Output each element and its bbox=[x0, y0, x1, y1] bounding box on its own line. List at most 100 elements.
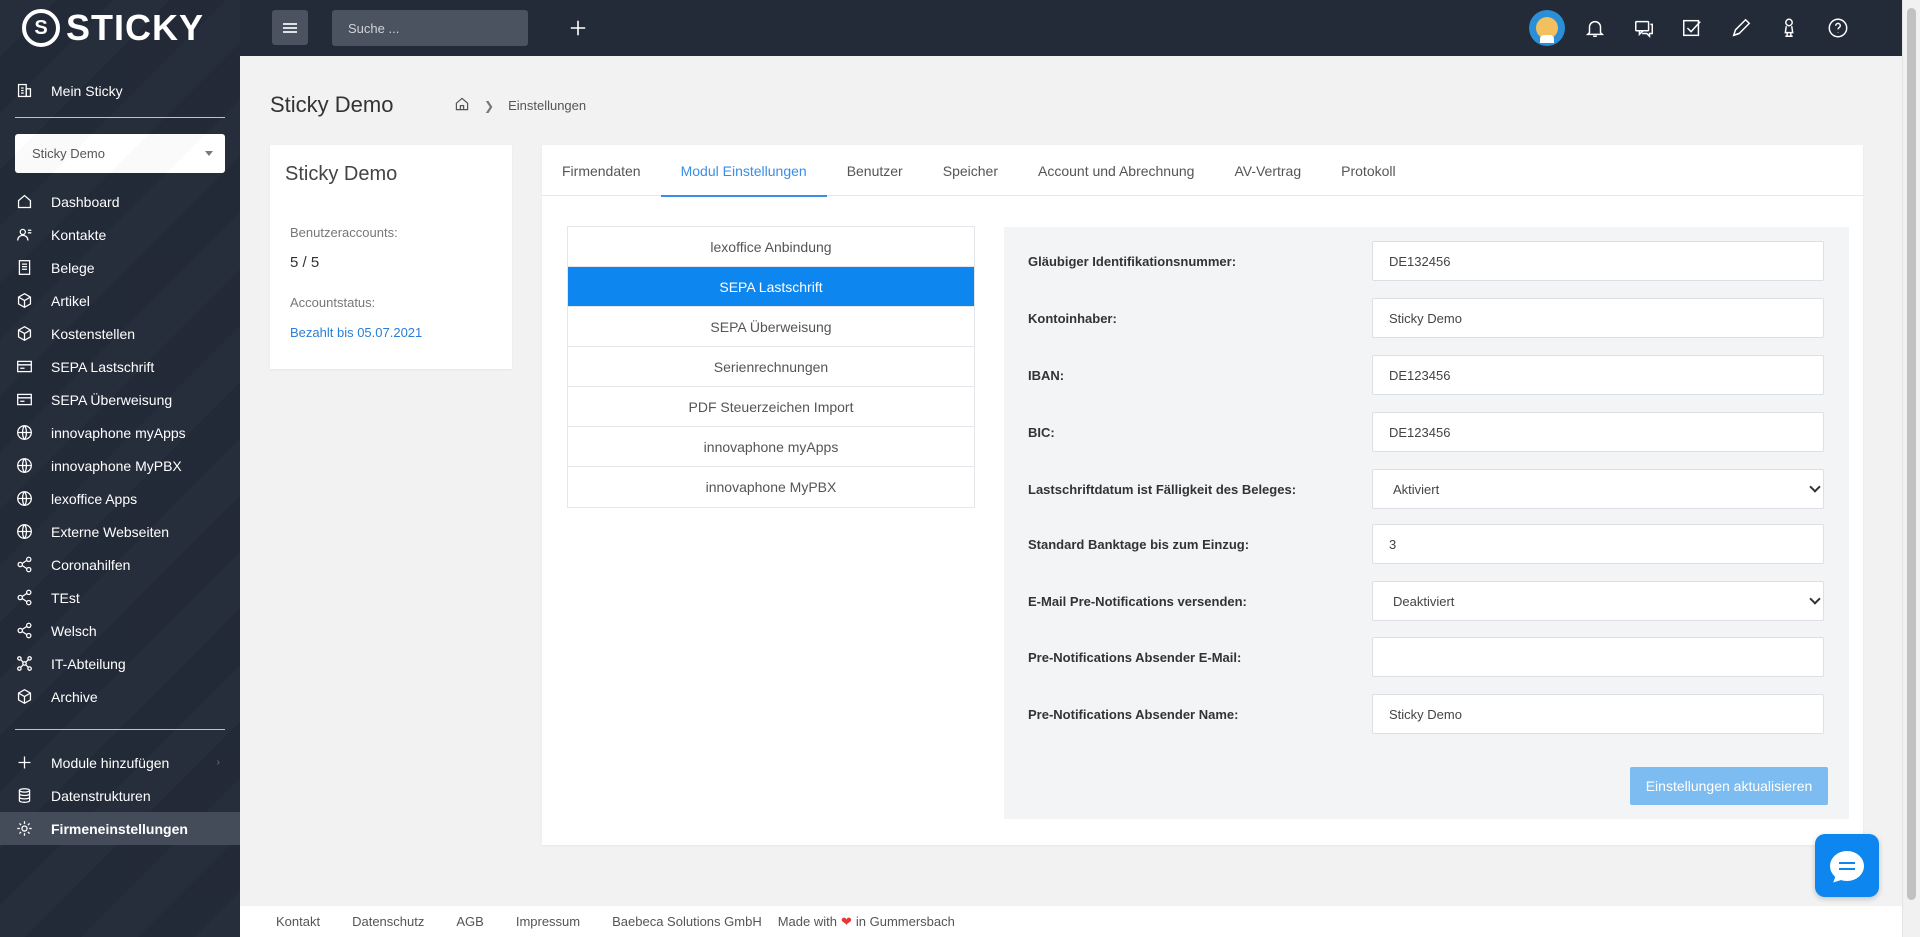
sidebar-item-label: Datenstrukturen bbox=[51, 787, 151, 804]
messages-button[interactable] bbox=[1620, 0, 1669, 56]
sidebar-item-label: lexoffice Apps bbox=[51, 490, 138, 507]
sidebar-item-innovaphone-myapps[interactable]: innovaphone myApps bbox=[0, 416, 240, 449]
globe-icon bbox=[15, 457, 33, 475]
sidebar-item-coronahilfen[interactable]: Coronahilfen bbox=[0, 548, 240, 581]
plus-icon bbox=[570, 20, 586, 36]
breadcrumb-current: Einstellungen bbox=[508, 98, 587, 113]
tab-modul-einstellungen[interactable]: Modul Einstellungen bbox=[660, 145, 827, 197]
sidebar-item-datenstrukturen[interactable]: Datenstrukturen bbox=[0, 779, 240, 812]
module-item-sepa-lastschrift[interactable]: SEPA Lastschrift bbox=[568, 267, 974, 307]
account-holder-input[interactable] bbox=[1372, 298, 1824, 338]
sidebar-item-label: Belege bbox=[51, 259, 95, 276]
module-item-innovaphone-mypbx[interactable]: innovaphone MyPBX bbox=[568, 467, 974, 507]
tab-speicher[interactable]: Speicher bbox=[923, 145, 1018, 196]
sidebar-item-archive[interactable]: Archive bbox=[0, 680, 240, 713]
bic-input[interactable] bbox=[1372, 412, 1824, 452]
sidebar-item-mein-sticky[interactable]: Mein Sticky bbox=[0, 74, 240, 107]
sidebar-item-kontakte[interactable]: Kontakte bbox=[0, 218, 240, 251]
accounts-label: Benutzeraccounts: bbox=[290, 225, 398, 240]
sidebar-item-sepa-lastschrift[interactable]: SEPA Lastschrift bbox=[0, 350, 240, 383]
account-holder-label: Kontoinhaber: bbox=[1028, 310, 1117, 326]
help-button[interactable] bbox=[1814, 0, 1863, 56]
module-item-innovaphone-myapps[interactable]: innovaphone myApps bbox=[568, 427, 974, 467]
menu-toggle-button[interactable] bbox=[272, 10, 308, 45]
user-avatar-button[interactable] bbox=[1523, 0, 1572, 56]
due-date-select[interactable]: Aktiviert bbox=[1372, 469, 1824, 509]
form-row: Pre-Notifications Absender E-Mail: bbox=[1028, 637, 1825, 677]
tasks-button[interactable] bbox=[1668, 0, 1717, 56]
creditor-id-input[interactable] bbox=[1372, 241, 1824, 281]
footer-link-company[interactable]: Baebeca Solutions GmbH bbox=[612, 914, 762, 929]
sender-name-label: Pre-Notifications Absender Name: bbox=[1028, 706, 1239, 722]
box-icon bbox=[15, 688, 33, 706]
sidebar-item-kostenstellen[interactable]: Kostenstellen bbox=[0, 317, 240, 350]
sidebar-item-label: Module hinzufügen bbox=[51, 754, 170, 771]
notifications-button[interactable] bbox=[1571, 0, 1620, 56]
add-button[interactable] bbox=[566, 16, 590, 40]
sidebar-item-it-abteilung[interactable]: IT-Abteilung bbox=[0, 647, 240, 680]
bank-days-input[interactable] bbox=[1372, 524, 1824, 564]
sidebar-item-test[interactable]: TEst bbox=[0, 581, 240, 614]
sender-email-input[interactable] bbox=[1372, 637, 1824, 677]
module-item-serienrechnungen[interactable]: Serienrechnungen bbox=[568, 347, 974, 387]
status-link[interactable]: Bezahlt bis 05.07.2021 bbox=[290, 325, 422, 340]
user-icon bbox=[1784, 18, 1794, 37]
footer-link-impressum[interactable]: Impressum bbox=[516, 914, 580, 929]
tab-firmendaten[interactable]: Firmendaten bbox=[562, 145, 661, 196]
scrollbar-thumb[interactable] bbox=[1907, 8, 1916, 900]
box-icon bbox=[15, 325, 33, 343]
sidebar-item-innovaphone-mypbx[interactable]: innovaphone MyPBX bbox=[0, 449, 240, 482]
form-row: E-Mail Pre-Notifications versenden: Deak… bbox=[1028, 581, 1825, 621]
tab-protokoll[interactable]: Protokoll bbox=[1321, 145, 1415, 196]
form-row: Gläubiger Identifikationsnummer: bbox=[1028, 241, 1825, 281]
iban-input[interactable] bbox=[1372, 355, 1824, 395]
company-select-value: Sticky Demo bbox=[32, 146, 105, 161]
pre-notification-select[interactable]: Deaktiviert bbox=[1372, 581, 1824, 621]
bank-days-label: Standard Banktage bis zum Einzug: bbox=[1028, 536, 1250, 552]
sidebar-item-label: Externe Webseiten bbox=[51, 523, 170, 540]
search-input[interactable] bbox=[332, 10, 528, 46]
network-icon bbox=[15, 655, 33, 673]
page-title: Sticky Demo bbox=[270, 92, 394, 117]
document-icon bbox=[15, 259, 33, 277]
sticky-logo[interactable]: STICKY bbox=[0, 0, 240, 56]
card-icon bbox=[15, 391, 33, 409]
sepa-settings-form: Gläubiger Identifikationsnummer: Kontoin… bbox=[1004, 227, 1849, 819]
sidebar-item-module-hinzufuegen[interactable]: Module hinzufügen › bbox=[0, 746, 240, 779]
tab-av-vertrag[interactable]: AV-Vertrag bbox=[1214, 145, 1321, 196]
module-item-sepa-ueberweisung[interactable]: SEPA Überweisung bbox=[568, 307, 974, 347]
sidebar-item-label: innovaphone myApps bbox=[51, 424, 186, 441]
hamburger-icon bbox=[283, 22, 297, 33]
update-settings-button[interactable]: Einstellungen aktualisieren bbox=[1630, 767, 1828, 805]
sidebar-item-dashboard[interactable]: Dashboard bbox=[0, 185, 240, 218]
footer-link-kontakt[interactable]: Kontakt bbox=[276, 914, 320, 929]
topbar bbox=[240, 0, 1902, 56]
footer-link-agb[interactable]: AGB bbox=[456, 914, 483, 929]
footer-link-datenschutz[interactable]: Datenschutz bbox=[352, 914, 424, 929]
profile-button[interactable] bbox=[1765, 0, 1814, 56]
sidebar-item-welsch[interactable]: Welsch bbox=[0, 614, 240, 647]
creditor-id-label: Gläubiger Identifikationsnummer: bbox=[1028, 253, 1237, 269]
made-with-suffix: in Gummersbach bbox=[855, 914, 955, 929]
chat-widget-button[interactable] bbox=[1815, 834, 1879, 897]
sidebar-item-firmeneinstellungen[interactable]: Firmeneinstellungen bbox=[0, 812, 240, 845]
company-select[interactable]: Sticky Demo bbox=[15, 134, 225, 173]
sidebar-item-lexoffice-apps[interactable]: lexoffice Apps bbox=[0, 482, 240, 515]
made-with-prefix: Made with bbox=[777, 914, 837, 929]
module-item-lexoffice[interactable]: lexoffice Anbindung bbox=[568, 227, 974, 267]
building-icon bbox=[15, 82, 33, 100]
module-item-pdf-steuerzeichen[interactable]: PDF Steuerzeichen Import bbox=[568, 387, 974, 427]
sidebar-item-belege[interactable]: Belege bbox=[0, 251, 240, 284]
edit-button[interactable] bbox=[1717, 0, 1766, 56]
tab-benutzer[interactable]: Benutzer bbox=[827, 145, 923, 196]
breadcrumb-home[interactable] bbox=[454, 96, 470, 115]
sidebar-item-artikel[interactable]: Artikel bbox=[0, 284, 240, 317]
sidebar-item-externe-webseiten[interactable]: Externe Webseiten bbox=[0, 515, 240, 548]
share-icon bbox=[15, 556, 33, 574]
sender-name-input[interactable] bbox=[1372, 694, 1824, 734]
sidebar-item-sepa-ueberweisung[interactable]: SEPA Überweisung bbox=[0, 383, 240, 416]
page-scrollbar[interactable] bbox=[1902, 0, 1920, 937]
tab-account-und-abrechnung[interactable]: Account und Abrechnung bbox=[1018, 145, 1214, 196]
module-list: lexoffice Anbindung SEPA Lastschrift SEP… bbox=[567, 226, 975, 508]
share-icon bbox=[15, 622, 33, 640]
